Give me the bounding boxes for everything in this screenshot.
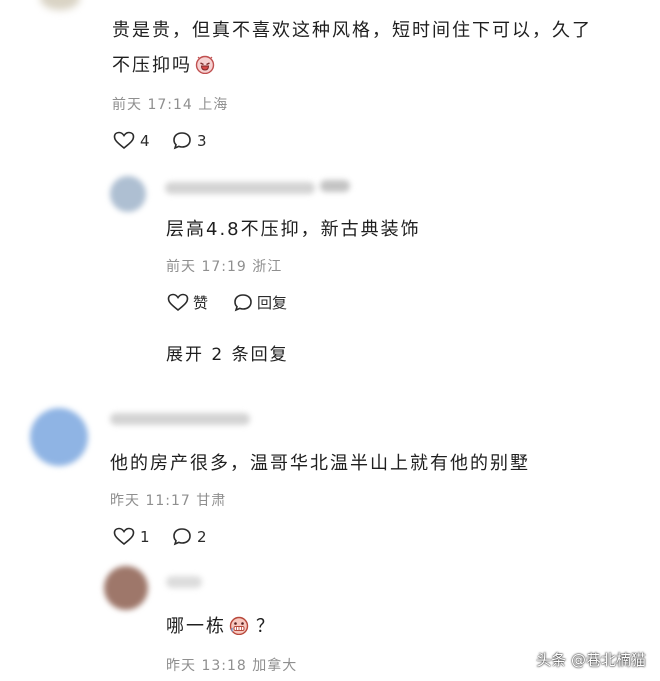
avatar[interactable] [40, 0, 80, 10]
reply-reply-button[interactable]: 回复 [233, 292, 287, 313]
comment-bubble-icon [234, 294, 252, 312]
reply-button[interactable]: 3 [172, 131, 207, 150]
like-count: 4 [140, 131, 150, 150]
comment-time: 前天 17:14 [112, 97, 193, 113]
reply-meta: 前天 17:19 浙江 [166, 256, 282, 276]
comment-bubble-icon [173, 528, 191, 546]
expand-replies-link[interactable]: 展开 2 条回复 [166, 340, 289, 365]
like-button[interactable]: 4 [113, 131, 150, 150]
heart-icon [113, 131, 135, 150]
comment-location: 甘肃 [196, 493, 227, 509]
comment-bubble-icon [173, 132, 191, 150]
crying-face-icon [194, 54, 216, 75]
avatar[interactable] [110, 176, 146, 212]
username-blurred [320, 180, 350, 192]
avatar[interactable] [30, 408, 88, 466]
reply-count: 2 [197, 527, 207, 546]
comment-meta: 昨天 11:17 甘肃 [110, 490, 226, 510]
like-count: 1 [140, 527, 150, 546]
username-blurred [110, 413, 250, 425]
watermark: 头条 @巷北楠猫 [536, 651, 646, 669]
comment-time: 昨天 11:17 [110, 493, 191, 509]
comment-text-continued: 不压抑吗 [112, 51, 216, 77]
reply-button[interactable]: 2 [172, 527, 207, 546]
reply-meta: 昨天 13:18 加拿大 [166, 655, 297, 675]
comment-text: 他的房产很多，温哥华北温半山上就有他的别墅 [110, 453, 530, 474]
reply-count: 3 [197, 131, 207, 150]
reply-text: 层高4.8不压抑，新古典装饰 [166, 219, 421, 240]
reply-location: 加拿大 [252, 658, 298, 674]
username-blurred [165, 182, 315, 194]
heart-icon [113, 527, 135, 546]
reply-text: 哪一栋？ [166, 615, 276, 637]
heart-icon [167, 293, 189, 312]
avatar[interactable] [104, 566, 148, 610]
comment-meta: 前天 17:14 上海 [112, 94, 228, 114]
reply-time: 前天 17:19 [166, 259, 247, 275]
comment-location: 上海 [198, 97, 229, 113]
grimace-face-icon [228, 615, 250, 636]
reply-location: 浙江 [252, 259, 283, 275]
username-blurred [166, 576, 202, 588]
reply-time: 昨天 13:18 [166, 658, 247, 674]
comment-text: 贵是贵，但真不喜欢这种风格，短时间住下可以，久了 [112, 20, 592, 41]
reply-like-button[interactable]: 赞 [167, 292, 208, 313]
reply-label: 回复 [257, 294, 288, 312]
like-button[interactable]: 1 [113, 527, 150, 546]
like-label: 赞 [193, 294, 209, 312]
